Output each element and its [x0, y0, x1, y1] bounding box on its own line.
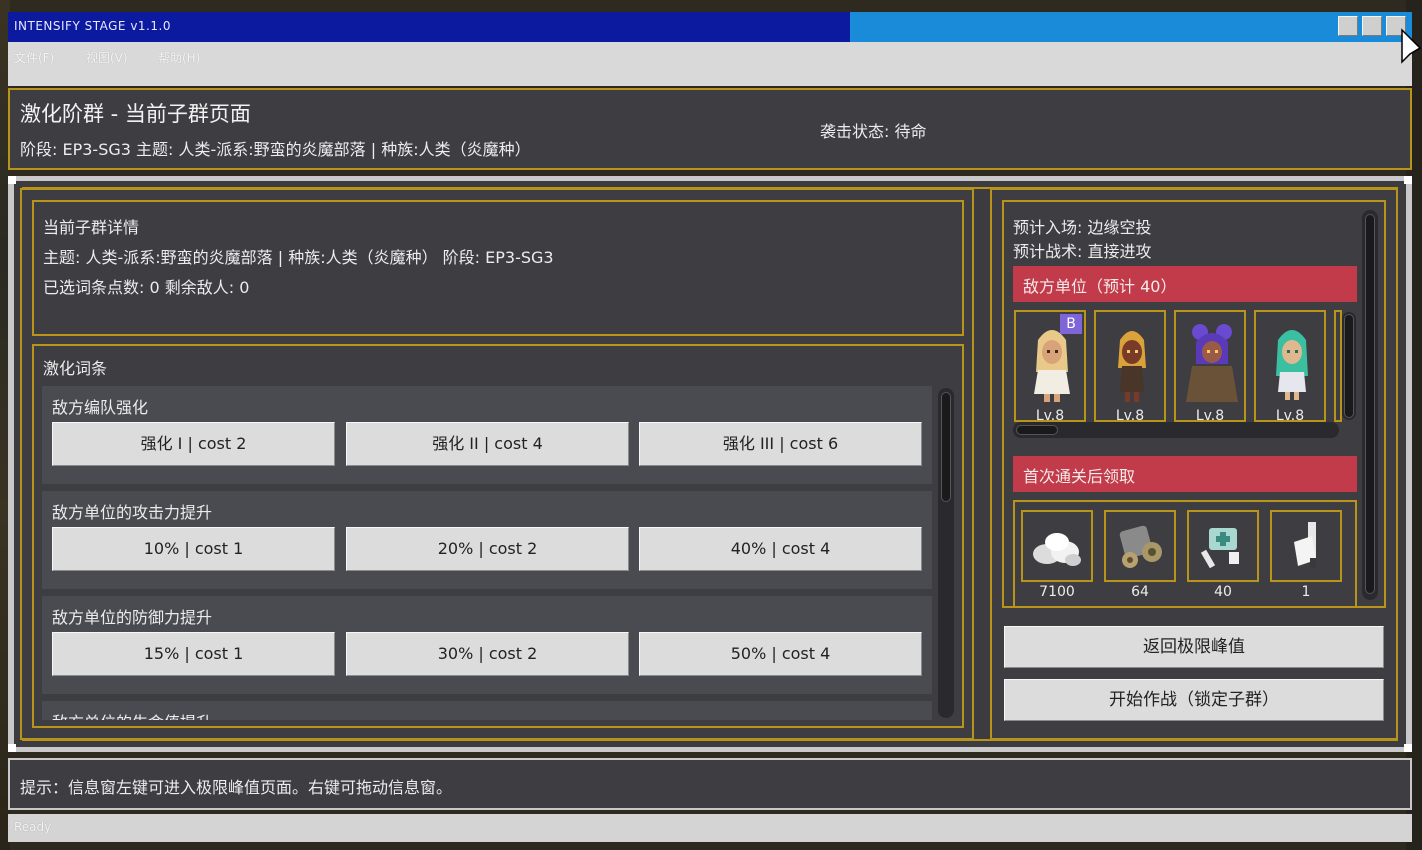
modifier-option-button[interactable]: 强化 I | cost 2: [52, 422, 335, 466]
scrollbar-thumb[interactable]: [1344, 314, 1354, 418]
minimize-button[interactable]: [1338, 16, 1358, 36]
scrollbar-thumb[interactable]: [941, 392, 951, 502]
status-text: Ready: [14, 820, 52, 834]
enemy-unit-card[interactable]: Lv.8: [1094, 310, 1166, 422]
modifier-option-button[interactable]: 15% | cost 1: [52, 632, 335, 676]
modifiers-panel: 激化词条 敌方编队强化 强化 I | cost 2 强化 II | cost 4…: [32, 344, 964, 728]
entry-method: 预计入场: 边缘空投: [1013, 218, 1152, 237]
menu-file[interactable]: 文件(F): [14, 49, 54, 66]
enemy-unit-card-partial: [1334, 310, 1342, 422]
mouse-cursor-icon: [1401, 28, 1422, 64]
components-icon: [1119, 525, 1162, 568]
hint-bar: 提示：信息窗左键可进入极限峰值页面。右键可拖动信息窗。: [8, 758, 1412, 810]
reward-count: 1: [1301, 584, 1311, 600]
modifiers-list[interactable]: 敌方编队强化 强化 I | cost 2 强化 II | cost 4 强化 I…: [42, 386, 932, 720]
scrollbar-thumb[interactable]: [1016, 425, 1058, 435]
modifier-option-button[interactable]: 30% | cost 2: [346, 632, 629, 676]
tactic: 预计战术: 直接进攻: [1013, 242, 1152, 261]
modifier-group: 敌方单位的防御力提升 15% | cost 1 30% | cost 2 50%…: [42, 596, 932, 694]
enemy-unit-card[interactable]: Lv.8: [1254, 310, 1326, 422]
modifier-option-button[interactable]: 10% | cost 1: [52, 527, 335, 571]
modifier-name: 敌方单位的攻击力提升: [52, 503, 213, 522]
reward-card[interactable]: [1270, 510, 1342, 582]
scrollbar-thumb[interactable]: [1365, 214, 1375, 594]
purple-hair-girl-portrait-icon: [1186, 324, 1238, 402]
start-battle-button[interactable]: 开始作战（锁定子群）: [1004, 679, 1384, 721]
menu-bar: 文件(F) 视图(V) 帮助(H): [8, 42, 1412, 86]
back-to-peak-button[interactable]: 返回极限峰值: [1004, 626, 1384, 668]
menu-view[interactable]: 视图(V): [86, 49, 128, 66]
reward-card[interactable]: [1104, 510, 1176, 582]
frame-corner: [8, 744, 16, 752]
frame-corner: [8, 176, 16, 184]
modifier-group: 敌方单位的攻击力提升 10% | cost 1 20% | cost 2 40%…: [42, 491, 932, 589]
enemy-unit-card[interactable]: Lv.8: [1174, 310, 1246, 422]
page-title: 激化阶群 - 当前子群页面: [20, 102, 251, 126]
header-panel: 激化阶群 - 当前子群页面 阶段: EP3-SG3 主题: 人类-派系:野蛮的炎…: [8, 88, 1412, 170]
silver-pile-icon: [1033, 533, 1081, 566]
enemy-unit-card[interactable]: B Lv.8: [1014, 310, 1086, 422]
reward-count: 40: [1214, 584, 1232, 600]
subgroup-details: 当前子群详情 主题: 人类-派系:野蛮的炎魔部落 | 种族:人类（炎魔种） 阶段…: [32, 200, 964, 336]
maximize-button[interactable]: [1362, 16, 1382, 36]
enemy-units-header: 敌方单位（预计 40）: [1013, 266, 1357, 302]
modifier-option-button[interactable]: 50% | cost 4: [639, 632, 922, 676]
green-hair-girl-portrait-icon: [1276, 330, 1308, 400]
reward-card[interactable]: [1021, 510, 1093, 582]
raid-status: 袭击状态: 待命: [820, 122, 927, 141]
modifiers-scrollbar[interactable]: [938, 388, 954, 718]
units-vertical-scrollbar[interactable]: [1342, 312, 1356, 420]
unit-rank-badge: B: [1060, 314, 1082, 334]
dark-skin-girl-portrait-icon: [1118, 331, 1146, 402]
details-points: 已选词条点数: 0 剩余敌人: 0: [43, 278, 250, 297]
page-subtitle: 阶段: EP3-SG3 主题: 人类-派系:野蛮的炎魔部落 | 种族:人类（炎魔…: [20, 140, 531, 159]
frame-corner: [1404, 176, 1412, 184]
reward-count: 7100: [1039, 584, 1075, 600]
units-horizontal-scrollbar[interactable]: [1013, 422, 1339, 438]
modifiers-title: 激化词条: [43, 359, 108, 378]
injector-icon: [1294, 522, 1316, 568]
menu-help[interactable]: 帮助(H): [158, 49, 200, 66]
details-title: 当前子群详情: [43, 218, 140, 237]
modifier-option-button[interactable]: 强化 III | cost 6: [639, 422, 922, 466]
intel-vertical-scrollbar[interactable]: [1362, 210, 1378, 600]
modifier-name: 敌方单位的生命值提升: [52, 709, 212, 720]
unit-level: Lv.8: [1275, 408, 1305, 422]
intel-panel: 预计入场: 边缘空投 预计战术: 直接进攻 敌方单位（预计 40） B Lv.8…: [1002, 200, 1386, 608]
unit-level: Lv.8: [1195, 408, 1225, 422]
modifier-group: 敌方编队强化 强化 I | cost 2 强化 II | cost 4 强化 I…: [42, 386, 932, 484]
modifier-option-button[interactable]: 40% | cost 4: [639, 527, 922, 571]
details-theme: 主题: 人类-派系:野蛮的炎魔部落 | 种族:人类（炎魔种） 阶段: EP3-S…: [43, 248, 554, 267]
unit-level: Lv.8: [1115, 408, 1145, 422]
unit-level: Lv.8: [1035, 408, 1065, 422]
reward-card[interactable]: [1187, 510, 1259, 582]
rewards-header: 首次通关后领取: [1013, 456, 1357, 492]
rewards-list: 7100 64 40 1: [1013, 500, 1357, 606]
modifier-name: 敌方编队强化: [52, 398, 149, 417]
enemy-units-label: 敌方单位（预计 40）: [1023, 277, 1177, 296]
reward-count: 64: [1131, 584, 1149, 600]
frame-corner: [1404, 744, 1412, 752]
hint-text: 提示：信息窗左键可进入极限峰值页面。右键可拖动信息窗。: [20, 778, 453, 797]
modifier-option-button[interactable]: 强化 II | cost 4: [346, 422, 629, 466]
status-bar: Ready: [8, 814, 1412, 842]
title-bar-gradient: [850, 12, 1412, 42]
title-bar[interactable]: INTENSIFY STAGE v1.1.0: [8, 12, 1412, 42]
modifier-group: 敌方单位的生命值提升: [42, 701, 932, 720]
modifier-option-button[interactable]: 20% | cost 2: [346, 527, 629, 571]
window-title: INTENSIFY STAGE v1.1.0: [14, 19, 171, 33]
rewards-label: 首次通关后领取: [1023, 467, 1136, 486]
medicine-kit-icon: [1200, 528, 1239, 569]
modifier-name: 敌方单位的防御力提升: [52, 608, 213, 627]
